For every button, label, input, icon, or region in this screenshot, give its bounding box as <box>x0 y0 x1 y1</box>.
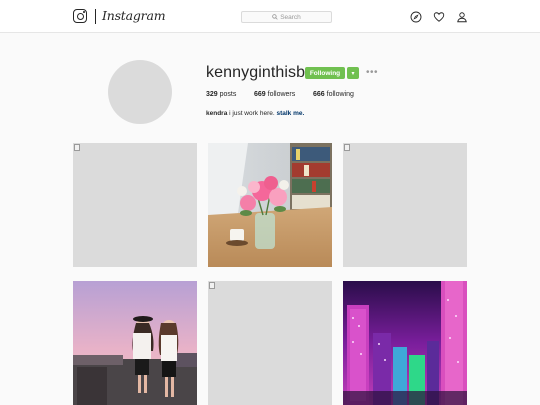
follow-dropdown-button[interactable]: ▾ <box>347 67 359 79</box>
profile-avatar <box>108 60 172 124</box>
profile-icon[interactable] <box>456 11 468 23</box>
search-input[interactable]: Search <box>241 11 332 23</box>
rooftop-friends-photo <box>73 281 197 405</box>
grid-post-6[interactable] <box>343 281 467 405</box>
broken-image-icon <box>344 144 350 151</box>
broken-image-icon <box>74 144 80 151</box>
profile-bio: kendra i just work here. stalk me. <box>206 110 304 117</box>
following-label: following <box>326 91 354 98</box>
followers-label: followers <box>267 91 296 98</box>
city-night-photo <box>343 281 467 405</box>
heart-icon[interactable] <box>433 11 445 23</box>
grid-post-1[interactable] <box>73 143 197 267</box>
broken-image-icon <box>209 282 215 289</box>
search-placeholder: Search <box>280 13 301 21</box>
grid-post-3[interactable] <box>343 143 467 267</box>
posts-label: posts <box>219 91 237 98</box>
bio-text: i just work here. <box>229 110 275 117</box>
profile-username: kennyginthisb <box>206 64 306 81</box>
following-stat[interactable]: 666 following <box>313 91 354 98</box>
following-count: 666 <box>313 91 325 98</box>
bio-link[interactable]: stalk me. <box>276 110 304 117</box>
grid-post-2[interactable] <box>208 143 332 267</box>
posts-stat: 329 posts <box>206 91 236 98</box>
top-navigation-bar: Instagram Search <box>0 0 540 33</box>
more-options-button[interactable]: ••• <box>366 68 378 78</box>
flowers-photo <box>208 143 332 267</box>
followers-stat[interactable]: 669 followers <box>254 91 295 98</box>
grid-post-5[interactable] <box>208 281 332 405</box>
instagram-logo-icon[interactable] <box>73 9 87 23</box>
bio-name: kendra <box>206 110 228 117</box>
grid-post-4[interactable] <box>73 281 197 405</box>
posts-count: 329 <box>206 91 218 98</box>
followers-count: 669 <box>254 91 266 98</box>
following-button[interactable]: Following <box>305 67 345 79</box>
instagram-wordmark[interactable]: Instagram <box>102 8 166 23</box>
logo-divider <box>95 9 96 24</box>
search-icon <box>272 14 278 20</box>
explore-compass-icon[interactable] <box>410 11 422 23</box>
